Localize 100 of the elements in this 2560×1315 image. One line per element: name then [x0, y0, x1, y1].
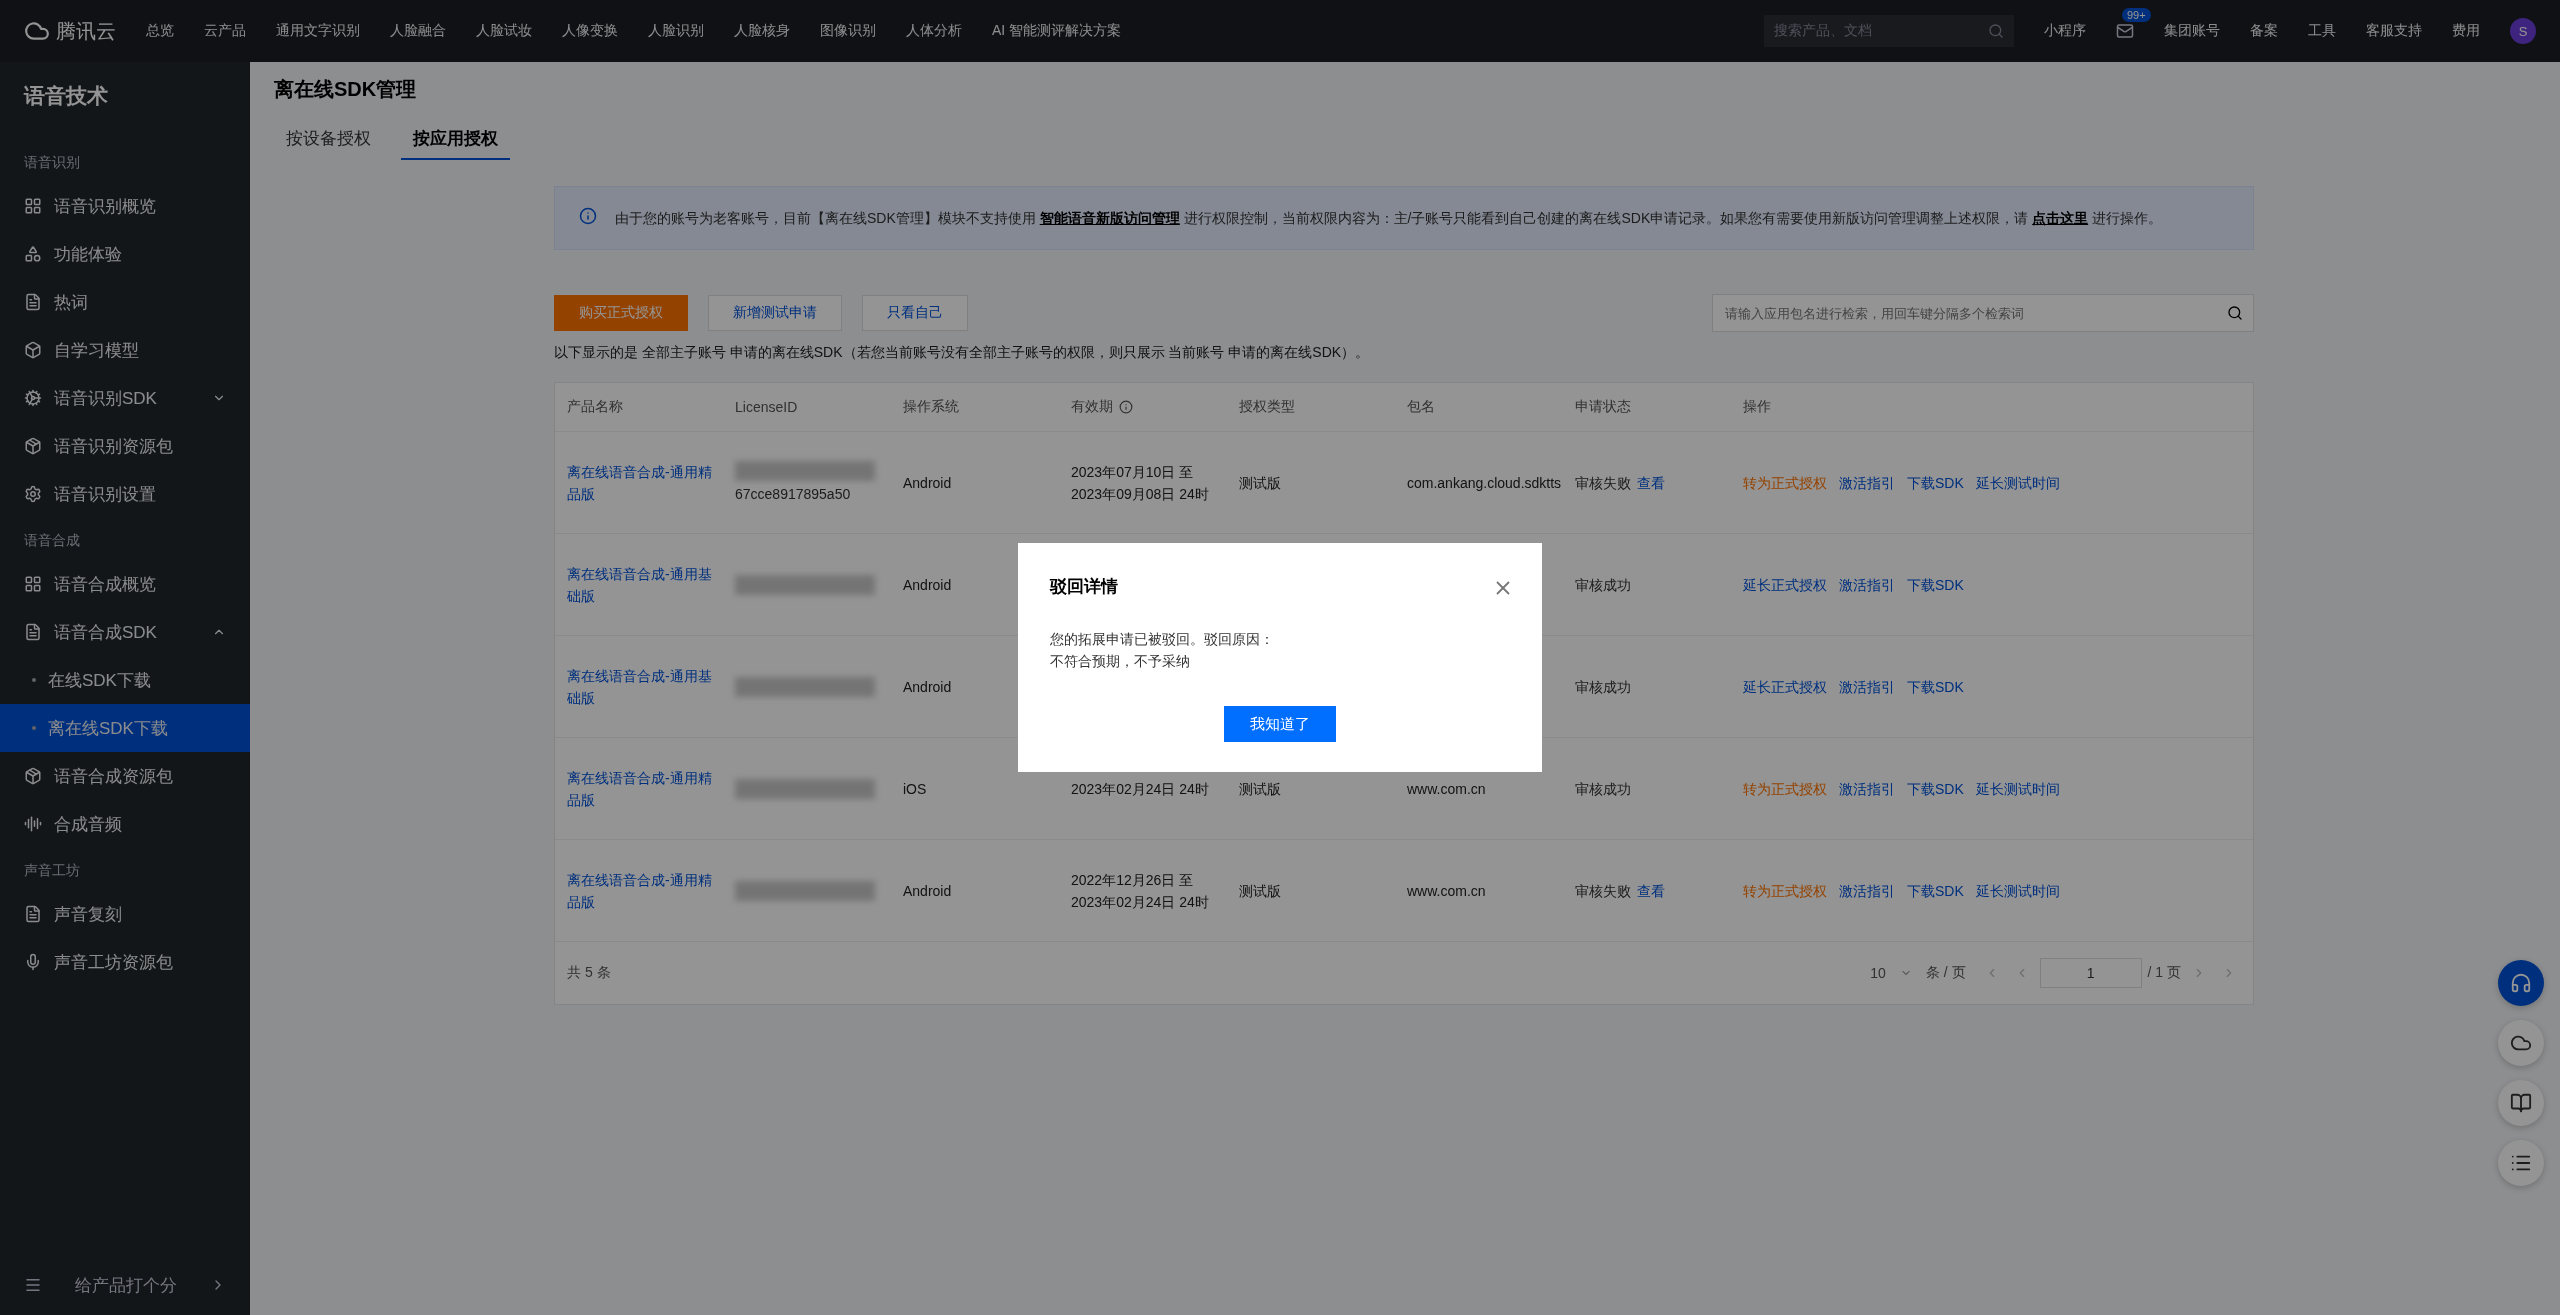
action-link[interactable]: 下载SDK [1907, 675, 1964, 698]
search-icon [2227, 305, 2243, 321]
nav-link[interactable]: 人体分析 [906, 22, 962, 40]
nav-link[interactable]: 人脸识别 [648, 22, 704, 40]
action-link[interactable]: 下载SDK [1907, 471, 1964, 494]
sidebar-item[interactable]: 合成音频 [0, 800, 250, 848]
total-count: 共 5 条 [567, 964, 611, 982]
sidebar-item[interactable]: 语音识别资源包 [0, 422, 250, 470]
table-cell-text: Android [903, 881, 952, 901]
section-label: 语音识别 [23, 153, 81, 172]
table-cell-text: com.ankang.cloud.sdktts [1407, 473, 1562, 493]
account-menu[interactable]: 集团账号 [2164, 22, 2220, 40]
sidebar-subitem[interactable]: 离在线SDK下载 [0, 704, 250, 752]
sidebar-item[interactable]: 热词 [0, 278, 250, 326]
menu-item-icon [24, 767, 42, 785]
action-link[interactable]: 下载SDK [1907, 777, 1964, 800]
action-link[interactable]: 激活指引 [1839, 471, 1895, 494]
page-size-select[interactable]: 10 [1870, 965, 1886, 981]
nav-link[interactable]: 云产品 [204, 22, 246, 40]
menu-icon[interactable] [24, 1276, 42, 1294]
mail-icon[interactable] [2116, 22, 2134, 40]
action-link[interactable]: 激活指引 [1839, 675, 1895, 698]
action-link[interactable]: 激活指引 [1839, 573, 1895, 596]
unread-count: 99+ [2122, 8, 2151, 22]
feedback-link[interactable]: 给产品打个分 [75, 1273, 177, 1297]
action-link[interactable]: 延长正式授权 [1743, 573, 1827, 596]
toolbar-button[interactable]: 新增测试申请 [708, 295, 842, 331]
nav-link[interactable]: 通用文字识别 [276, 22, 360, 40]
sidebar-subitem[interactable]: 在线SDK下载 [0, 656, 250, 704]
product-link[interactable]: 离在线语音合成-通用基础版 [567, 562, 723, 607]
page-size-unit: 条 / 页 [1925, 964, 1966, 982]
sidebar-item[interactable]: 语音识别SDK [0, 374, 250, 422]
sidebar-item[interactable]: 功能体验 [0, 230, 250, 278]
column-header: 包名 [1407, 397, 1435, 416]
nav-link[interactable]: 图像识别 [820, 22, 876, 40]
view-link[interactable]: 查看 [1637, 879, 1665, 902]
confirm-button[interactable]: 我知道了 [1224, 706, 1336, 742]
sidebar-item[interactable]: 语音识别概览 [0, 182, 250, 230]
access-management-link[interactable]: 智能语音新版访问管理 [1039, 210, 1180, 226]
menu-item-icon [24, 953, 42, 971]
search-icon [1988, 23, 2004, 39]
table-cell-text: Android [903, 473, 952, 493]
action-link[interactable]: 下载SDK [1907, 573, 1964, 596]
click-here-link[interactable]: 点击这里 [2032, 210, 2089, 226]
logo-text[interactable]: 腾讯云 [56, 17, 116, 45]
tab[interactable]: 按应用授权 [401, 119, 510, 160]
top-link[interactable]: 费用 [2452, 22, 2480, 40]
view-link[interactable]: 查看 [1637, 471, 1665, 494]
action-link[interactable]: 延长正式授权 [1743, 675, 1827, 698]
sidebar-item[interactable]: 声音工坊资源包 [0, 938, 250, 986]
sidebar-item[interactable]: 语音合成概览 [0, 560, 250, 608]
dialog-message: 您的拓展申请已被驳回。驳回原因： 不符合预期，不予采纳 [1050, 630, 1274, 671]
page-input[interactable]: 1 [2039, 958, 2142, 988]
column-header: 操作 [1743, 397, 1771, 416]
table-cell-text: www.com.cn [1407, 779, 1486, 799]
column-header: 操作系统 [903, 397, 959, 416]
menu-item-icon [24, 245, 42, 263]
product-link[interactable]: 离在线语音合成-通用精品版 [567, 766, 723, 811]
sidebar-item[interactable]: 声音复刻 [0, 890, 250, 938]
table-cell-text: www.com.cn [1407, 881, 1486, 901]
sidebar-item[interactable]: 自学习模型 [0, 326, 250, 374]
nav-link[interactable]: 总览 [146, 22, 174, 40]
product-link[interactable]: 离在线语音合成-通用基础版 [567, 664, 723, 709]
table-cell-text: Android [903, 677, 952, 697]
action-link[interactable]: 延长测试时间 [1975, 879, 2060, 902]
sidebar-item[interactable]: 语音识别设置 [0, 470, 250, 518]
nav-link[interactable]: 人脸试妆 [476, 22, 532, 40]
action-link[interactable]: 激活指引 [1839, 777, 1895, 800]
action-link[interactable]: 激活指引 [1839, 879, 1895, 902]
avatar[interactable]: S [2510, 18, 2536, 44]
top-link[interactable]: 备案 [2250, 22, 2278, 40]
action-link[interactable]: 延长测试时间 [1975, 777, 2060, 800]
nav-link[interactable]: 人脸核身 [734, 22, 790, 40]
product-link[interactable]: 离在线语音合成-通用精品版 [567, 868, 723, 913]
notice-text: 由于您的账号为老客账号，目前【离在线SDK管理】模块不支持使用 智能语音新版访问管理 进行权限控制，当前权限内容为：主/子账号只能看到自己创建的离在线SDK申请记录。如果您有需要使用新版访问管理调整上述权限，请 点击这里 进行操作。 [615, 209, 2163, 228]
book-icon[interactable] [2498, 1080, 2544, 1126]
table-cell-text: 2023年02月24日 24时 [1071, 779, 1209, 799]
toolbar-button[interactable]: 只看自己 [862, 295, 968, 331]
headset-icon[interactable] [2498, 960, 2544, 1006]
mini-program-link[interactable]: 小程序 [2044, 22, 2086, 40]
sidebar-item[interactable]: 语音合成SDK [0, 608, 250, 656]
page-total: / 1 页 [2147, 964, 2181, 982]
menu-item-icon [24, 575, 42, 593]
menu-item-icon [24, 905, 42, 923]
top-link[interactable]: 工具 [2308, 22, 2336, 40]
action-link[interactable]: 下载SDK [1907, 879, 1964, 902]
cloud-icon[interactable] [2498, 1020, 2544, 1066]
top-link[interactable]: 客服支持 [2366, 22, 2422, 40]
product-link[interactable]: 离在线语音合成-通用精品版 [567, 460, 723, 505]
nav-link[interactable]: 人脸融合 [390, 22, 446, 40]
tab[interactable]: 按设备授权 [274, 119, 383, 160]
nav-link[interactable]: 人像变换 [562, 22, 618, 40]
status-text: 审核成功 [1575, 575, 1631, 595]
action-link[interactable]: 延长测试时间 [1975, 471, 2060, 494]
status-text: 审核成功 [1575, 779, 1631, 799]
sidebar-item[interactable]: 语音合成资源包 [0, 752, 250, 800]
list-icon[interactable] [2498, 1140, 2544, 1186]
nav-link[interactable]: AI 智能测评解决方案 [992, 22, 1122, 40]
column-header: 授权类型 [1239, 397, 1295, 416]
table-cell-text: iOS [903, 779, 927, 799]
